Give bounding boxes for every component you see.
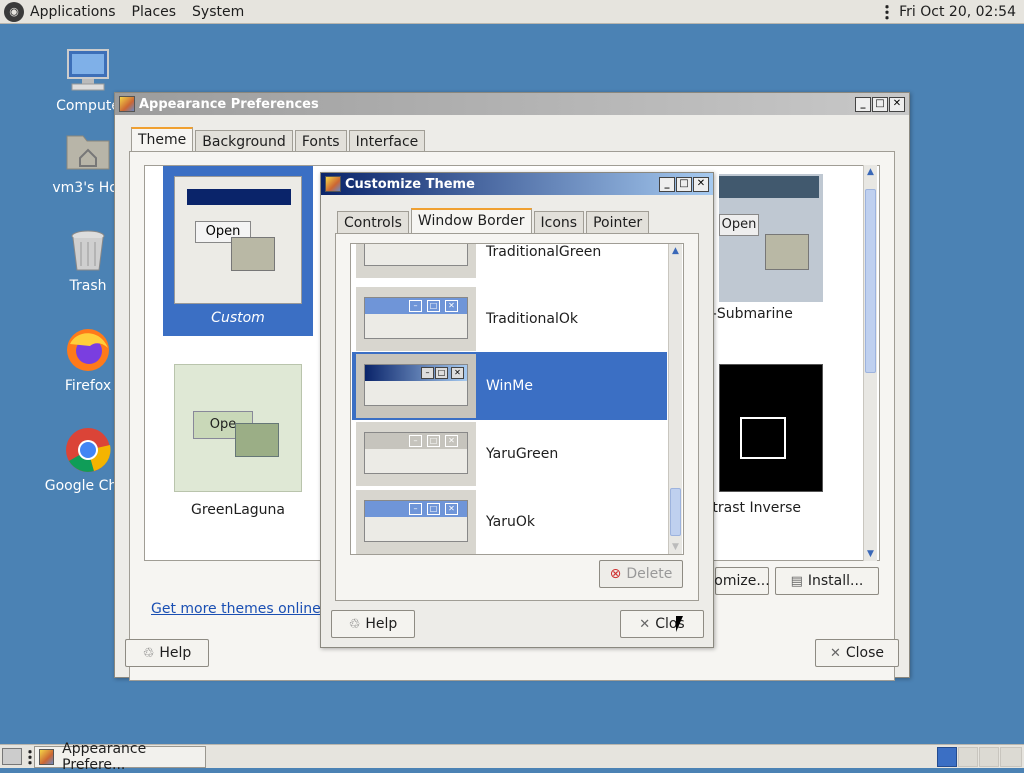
appearance-app-icon: [39, 748, 55, 765]
list-item[interactable]: – □ ✕ TraditionalOk: [352, 285, 667, 353]
home-folder-icon: [64, 128, 112, 176]
mouse-cursor-icon: [676, 616, 683, 632]
panel-handle-icon: [885, 3, 890, 20]
install-icon: ▤: [790, 573, 803, 589]
close-button[interactable]: ✕ Clos: [620, 610, 704, 638]
tab-pointer[interactable]: Pointer: [586, 211, 650, 235]
theme-name: Custom: [211, 310, 265, 326]
appearance-titlebar[interactable]: Appearance Preferences _ □ ✕: [115, 93, 909, 115]
close-icon: ✕: [829, 645, 841, 661]
folder-icon: [231, 237, 275, 271]
top-panel: ◉ Applications Places System Fri Oct 20,…: [0, 0, 1024, 24]
customize-titlebar[interactable]: Customize Theme _ □ ✕: [321, 173, 713, 195]
close-icon: ✕: [639, 616, 651, 632]
close-button[interactable]: ✕ Close: [815, 639, 899, 667]
customize-theme-dialog: Customize Theme _ □ ✕ Controls Window Bo…: [320, 172, 714, 648]
list-item[interactable]: – □ ✕ YaruGreen: [352, 420, 667, 488]
close-window-button[interactable]: ✕: [693, 176, 709, 192]
border-preview: – □ ✕: [356, 354, 476, 418]
border-preview: – □ ✕: [356, 490, 476, 554]
workspace-4[interactable]: [1000, 747, 1022, 767]
theme-preview: Ope: [174, 364, 302, 492]
menu-applications[interactable]: Applications: [30, 4, 116, 20]
appearance-app-icon: [119, 96, 135, 112]
list-item-selected[interactable]: – □ ✕ WinMe: [352, 352, 667, 420]
taskbar-item-appearance[interactable]: Appearance Prefere...: [34, 741, 206, 773]
theme-name: GreenLaguna: [191, 502, 285, 518]
theme-name: e-Submarine: [703, 306, 793, 322]
tab-icons[interactable]: Icons: [533, 211, 585, 235]
firefox-icon: [64, 326, 112, 374]
chrome-icon: [64, 426, 112, 474]
border-list-scrollbar[interactable]: ▲ ▼: [668, 244, 682, 554]
get-more-themes-link[interactable]: Get more themes online: [151, 601, 321, 617]
show-desktop-icon[interactable]: [2, 748, 22, 765]
maximize-button[interactable]: □: [676, 176, 692, 192]
border-preview: – □ ✕: [356, 422, 476, 486]
list-item[interactable]: – □ ✕ YaruOk: [352, 488, 667, 554]
theme-card-custom[interactable]: Open Custom: [163, 166, 313, 336]
maximize-button[interactable]: □: [872, 96, 888, 112]
computer-icon: [64, 46, 112, 94]
help-icon: ♲: [348, 616, 361, 632]
workspace-2[interactable]: [958, 747, 978, 767]
close-window-button[interactable]: ✕: [889, 96, 905, 112]
help-button[interactable]: ♲ Help: [125, 639, 209, 667]
help-icon: ♲: [142, 645, 155, 661]
list-item[interactable]: TraditionalGreen: [352, 244, 667, 280]
folder-icon: [235, 423, 279, 457]
theme-preview: [719, 364, 823, 492]
folder-icon: [740, 417, 786, 459]
dialog-title: Customize Theme: [345, 176, 475, 192]
delete-icon: ⊗: [609, 566, 622, 582]
delete-button[interactable]: ⊗ Delete: [599, 560, 683, 588]
workspace-3[interactable]: [979, 747, 999, 767]
theme-grid-scrollbar[interactable]: ▲ ▼: [863, 165, 877, 561]
menu-system[interactable]: System: [192, 4, 244, 20]
trash-icon: [64, 226, 112, 274]
window-border-list: TraditionalGreen – □ ✕ TraditionalOk – □ ✕ W…: [350, 243, 684, 555]
install-button[interactable]: ▤ Install...: [775, 567, 879, 595]
border-preview: – □ ✕: [356, 287, 476, 351]
folder-icon: [765, 234, 809, 270]
customize-button[interactable]: omize...: [714, 567, 770, 595]
clock[interactable]: Fri Oct 20, 02:54: [899, 4, 1016, 20]
theme-preview: Open: [174, 176, 302, 304]
bottom-panel: Appearance Prefere...: [0, 741, 1024, 773]
theme-card-greenlaguna[interactable]: Ope GreenLaguna: [163, 364, 313, 518]
tab-window-border[interactable]: Window Border: [410, 208, 532, 235]
help-button[interactable]: ♲ Help: [331, 610, 415, 638]
menu-places[interactable]: Places: [132, 4, 177, 20]
theme-preview: Open: [719, 174, 823, 302]
window-title: Appearance Preferences: [139, 96, 319, 112]
minimize-button[interactable]: _: [659, 176, 675, 192]
tab-theme[interactable]: Theme: [131, 127, 194, 154]
border-preview: [356, 244, 476, 278]
distro-logo-icon[interactable]: ◉: [4, 1, 24, 22]
customize-app-icon: [325, 176, 341, 192]
tab-controls[interactable]: Controls: [337, 211, 409, 235]
workspace-1[interactable]: [937, 747, 957, 767]
minimize-button[interactable]: _: [855, 96, 871, 112]
panel-handle-icon: [28, 749, 32, 765]
